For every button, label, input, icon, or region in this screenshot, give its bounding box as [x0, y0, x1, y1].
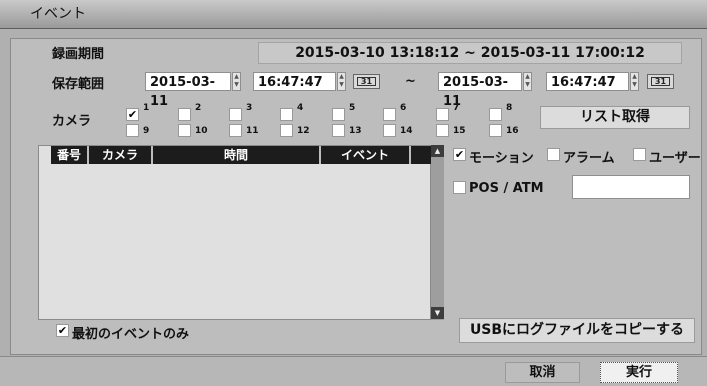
save-range-label: 保存範囲 — [52, 77, 105, 92]
usb-copy-button[interactable]: USBにログファイルをコピーする — [459, 318, 695, 343]
start-time-field[interactable]: 16:47:47 — [253, 72, 336, 91]
pos-atm-text-field[interactable] — [572, 175, 690, 199]
camera-checkbox-16[interactable] — [489, 124, 502, 137]
start-time-spinner[interactable]: ▲ ▼ — [337, 72, 346, 91]
scroll-up-icon[interactable]: ▲ — [431, 145, 444, 157]
header-time: 時間 — [153, 146, 321, 164]
end-date-field[interactable]: 2015-03-11 — [438, 72, 522, 109]
start-calendar-icon[interactable]: 31 — [353, 74, 380, 89]
pos-atm-label: POS / ATM — [469, 181, 544, 196]
end-date-spinner[interactable]: ▲ ▼ — [523, 72, 532, 91]
camera-checkbox-4[interactable] — [280, 108, 293, 121]
camera-number-16: 16 — [506, 126, 519, 136]
camera-number-13: 13 — [349, 126, 362, 136]
alarm-label: アラーム — [563, 151, 615, 166]
event-list-scrollbar[interactable]: ▲ ▼ — [431, 145, 444, 320]
camera-number-9: 9 — [143, 126, 150, 136]
camera-number-8: 8 — [506, 103, 513, 113]
camera-number-3: 3 — [246, 103, 253, 113]
camera-number-1: 1 — [143, 103, 150, 113]
camera-checkbox-1[interactable]: ✔ — [126, 108, 139, 121]
camera-checkbox-11[interactable] — [229, 124, 242, 137]
alarm-checkbox[interactable] — [547, 148, 560, 161]
end-time-field[interactable]: 16:47:47 — [546, 72, 629, 91]
scroll-down-icon[interactable]: ▼ — [431, 307, 444, 319]
camera-checkbox-9[interactable] — [126, 124, 139, 137]
end-calendar-icon[interactable]: 31 — [647, 74, 674, 89]
pos-atm-checkbox[interactable] — [453, 181, 466, 194]
camera-checkbox-3[interactable] — [229, 108, 242, 121]
get-list-button[interactable]: リスト取得 — [540, 106, 690, 129]
cancel-button[interactable]: 取消 — [505, 362, 580, 383]
user-checkbox[interactable] — [633, 148, 646, 161]
event-dialog: イベント 録画期間 2015-03-10 13:18:12 ~ 2015-03-… — [0, 0, 707, 386]
title-bar: イベント — [0, 0, 707, 29]
camera-checkbox-5[interactable] — [332, 108, 345, 121]
range-separator: ~ — [405, 74, 416, 89]
start-date-field[interactable]: 2015-03-11 — [145, 72, 231, 109]
record-period-value: 2015-03-10 13:18:12 ~ 2015-03-11 17:00:1… — [258, 42, 682, 64]
camera-label: カメラ — [52, 114, 92, 129]
header-extra — [411, 146, 431, 164]
first-event-only-checkbox[interactable]: ✔ — [56, 324, 69, 337]
camera-number-10: 10 — [195, 126, 208, 136]
camera-checkbox-2[interactable] — [178, 108, 191, 121]
camera-number-14: 14 — [400, 126, 413, 136]
camera-checkbox-8[interactable] — [489, 108, 502, 121]
camera-checkbox-12[interactable] — [280, 124, 293, 137]
user-label: ユーザー — [649, 151, 701, 166]
header-event: イベント — [321, 146, 411, 164]
window-title: イベント — [30, 6, 86, 22]
start-date-spinner[interactable]: ▲ ▼ — [232, 72, 241, 91]
camera-number-12: 12 — [297, 126, 310, 136]
header-number: 番号 — [51, 146, 89, 164]
start-calendar-day: 31 — [360, 77, 373, 86]
camera-checkbox-7[interactable] — [436, 108, 449, 121]
end-calendar-day: 31 — [654, 77, 667, 86]
camera-number-11: 11 — [246, 126, 259, 136]
record-period-label: 録画期間 — [52, 47, 105, 62]
end-time-spinner[interactable]: ▲ ▼ — [630, 72, 639, 91]
header-camera: カメラ — [89, 146, 153, 164]
camera-checkbox-14[interactable] — [383, 124, 396, 137]
motion-label: モーション — [469, 151, 534, 166]
camera-number-2: 2 — [195, 103, 202, 113]
camera-number-6: 6 — [400, 103, 407, 113]
camera-number-5: 5 — [349, 103, 356, 113]
camera-number-7: 7 — [453, 103, 460, 113]
camera-checkbox-10[interactable] — [178, 124, 191, 137]
first-event-only-label: 最初のイベントのみ — [72, 327, 190, 342]
camera-checkbox-13[interactable] — [332, 124, 345, 137]
camera-number-4: 4 — [297, 103, 304, 113]
motion-checkbox[interactable]: ✔ — [453, 148, 466, 161]
camera-number-15: 15 — [453, 126, 466, 136]
execute-button[interactable]: 実行 — [600, 362, 678, 383]
event-list[interactable]: 番号 カメラ 時間 イベント — [38, 145, 431, 320]
camera-checkbox-6[interactable] — [383, 108, 396, 121]
camera-checkbox-15[interactable] — [436, 124, 449, 137]
